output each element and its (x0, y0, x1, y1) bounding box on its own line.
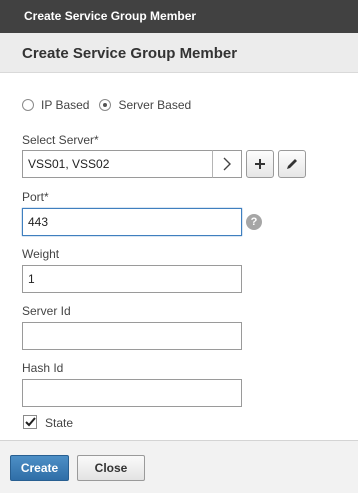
member-type-radio-group: IP Based Server Based (22, 97, 201, 113)
dialog-heading: Create Service Group Member (0, 33, 358, 73)
select-server-field[interactable] (22, 150, 213, 178)
weight-field[interactable] (22, 265, 242, 293)
radio-ip-based[interactable] (22, 99, 34, 111)
port-label: Port* (22, 190, 49, 204)
plus-icon (255, 159, 265, 169)
close-button[interactable]: Close (77, 455, 145, 481)
add-server-button[interactable] (246, 150, 274, 178)
create-button[interactable]: Create (10, 455, 69, 481)
state-checkbox[interactable] (23, 415, 37, 429)
window-title: Create Service Group Member (0, 0, 358, 33)
hash-id-field[interactable] (22, 379, 242, 407)
port-field[interactable] (22, 208, 242, 236)
checkmark-icon (24, 417, 36, 427)
select-server-chevron-button[interactable] (212, 150, 242, 178)
server-id-field[interactable] (22, 322, 242, 350)
radio-server-based-label[interactable]: Server Based (118, 98, 191, 112)
weight-label: Weight (22, 247, 60, 261)
state-label[interactable]: State (45, 416, 73, 430)
edit-server-button[interactable] (278, 150, 306, 178)
server-id-label: Server Id (22, 304, 71, 318)
pencil-icon (287, 159, 297, 169)
select-server-label: Select Server* (22, 133, 99, 147)
help-icon[interactable]: ? (246, 214, 262, 230)
chevron-right-icon (223, 157, 231, 171)
radio-ip-based-label[interactable]: IP Based (41, 98, 89, 112)
hash-id-label: Hash Id (22, 361, 64, 375)
radio-server-based[interactable] (99, 99, 112, 111)
